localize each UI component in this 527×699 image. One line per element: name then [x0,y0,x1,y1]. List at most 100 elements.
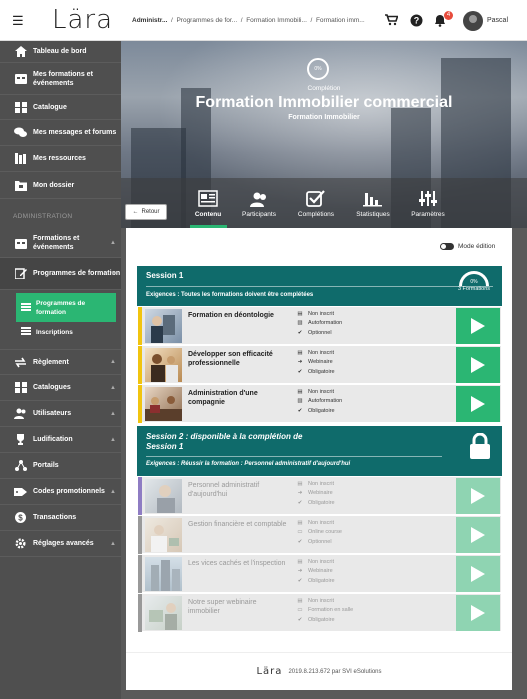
session-1-header: Session 1 Exigences : Toutes les formati… [137,266,502,306]
sidebar-item-advanced-settings[interactable]: Réglages avancés ▲ [0,531,121,557]
course-thumbnail [145,387,182,421]
chevron-down-icon: ▲ [110,359,116,365]
list-item: Formation en déontologie ▤ Non inscrit ▧ A… [138,307,501,345]
tab-participants[interactable]: Participants [229,187,289,218]
chevron-down-icon: ▲ [110,384,116,391]
footer-logo: Lära [256,666,283,677]
course-title: Notre super webinaire immobilier [188,599,257,615]
play-icon [471,527,485,543]
course-meta: ▤ Non inscrit ➜ Webinaire ✔ Obligatoire [296,480,334,508]
chevron-down-icon: ▲ [110,540,116,547]
grid-icon [13,101,28,113]
completion-label: Complétion [307,85,341,92]
sidebar-item-label: Transactions [33,514,77,521]
sidebar-item-my-trainings[interactable]: Mes formations et événements [0,63,121,95]
gauge-label: 3 Formations [457,286,491,292]
play-icon [471,357,485,373]
list-icon [21,327,31,337]
play-button[interactable] [456,308,500,344]
cart-icon[interactable] [383,12,399,28]
completion-ring: 0% [307,58,329,80]
sidebar-item-portails[interactable]: Portails [0,453,121,479]
help-icon[interactable]: ? [408,12,424,28]
sidebar-item-users[interactable]: Utilisateurs ▲ [0,401,121,427]
sidebar-item-transactions[interactable]: $ Transactions [0,505,121,531]
sidebar-item-dashboard[interactable]: Tableau de bord [0,41,121,63]
sidebar-item-label: Réglages avancés [33,540,94,547]
tab-parametres[interactable]: Paramètres [398,187,458,218]
session-title: Session 2 : disponible à la complétion d… [146,432,303,451]
breadcrumb-item[interactable]: Programmes de for... [176,17,237,24]
svg-text:$: $ [18,514,23,523]
chevron-down-icon: ▲ [110,410,116,417]
ticket-icon: ▤ [297,481,303,487]
course-thumbnail [145,518,182,552]
users-icon [229,187,289,207]
sidebar-item-programs[interactable]: Programmes de formation ▼ [0,258,121,290]
course-meta: ▤ Non inscrit ▭ Online course ✔ Optionnel [296,519,342,547]
arrow-left-icon: ← [132,209,139,215]
course-title[interactable]: Administration d'une compagnie [188,389,288,407]
sidebar-item-promo-codes[interactable]: Codes promotionnels ▲ [0,479,121,505]
webinar-icon: ➜ [297,359,303,366]
sidebar-item-label: Catalogue [33,103,67,111]
list-item: Notre super webinaire immobilier ▤ Non in… [138,594,501,632]
sidebar-item-my-file[interactable]: Mon dossier [0,172,121,199]
play-button[interactable] [456,386,500,422]
app-logo[interactable]: Lära [52,6,113,34]
course-title[interactable]: Développer son efficacité professionnell… [188,350,288,368]
tab-statistiques[interactable]: Statistiques [343,187,403,218]
breadcrumb-item[interactable]: Administr... [132,17,167,24]
sidebar-item-catalogue[interactable]: Catalogue [0,95,121,120]
chevron-down-icon: ▲ [110,240,116,246]
tab-completions[interactable]: Complétions [286,187,346,218]
play-button [456,517,500,553]
course-title[interactable]: Formation en déontologie [188,311,288,320]
back-button[interactable]: ← Retour [125,204,167,220]
chevron-down-icon: ▲ [110,488,116,495]
breadcrumb-item[interactable]: Formation Immobili... [246,17,307,24]
course-meta: ▤ Non inscrit ➜ Webinaire ✔ Obligatoire [296,349,334,377]
user-name[interactable]: Pascal [487,17,508,24]
course-thumbnail [145,479,182,513]
webinar-icon: ➜ [297,568,303,575]
sidebar-item-reglement[interactable]: Règlement ▲ [0,349,121,375]
sidebar-item-label: Catalogues [33,384,71,391]
sliders-icon [398,187,458,207]
menu-icon[interactable]: ☰ [12,14,24,27]
sidebar-subitem-label: Inscriptions [36,328,73,336]
lock-icon [468,432,492,459]
course-title: Personnel administratif d'aujourd'hui [188,482,260,498]
sidebar-item-resources[interactable]: Mes ressources [0,146,121,172]
sidebar-item-label: Portails [33,462,59,469]
check-circle-icon: ✔ [297,368,303,375]
list-item: Personnel administratif d'aujourd'hui ▤ N… [138,477,501,515]
sidebar-item-ludification[interactable]: Ludification ▲ [0,427,121,453]
play-icon [471,566,485,582]
sidebar-subitem-programs[interactable]: Programmes de formation [16,293,116,322]
grid-icon [13,382,28,393]
chevron-down-icon: ▲ [110,436,116,443]
play-button[interactable] [456,347,500,383]
edit-mode-toggle[interactable]: Mode édition [440,243,495,250]
play-button [456,478,500,514]
sidebar-item-label: Programmes de formation [33,270,121,277]
sidebar-subitem-inscriptions[interactable]: Inscriptions [21,327,73,337]
footer-version: 2019.8.213.672 par SVI eSolutions [288,668,382,675]
course-meta: ▤ Non inscrit ▧ Autoformation ✔ Optionnel [296,310,342,338]
avatar[interactable] [463,11,483,31]
list-item: Administration d'une compagnie ▤ Non insc… [138,385,501,423]
classroom-icon: ▭ [297,607,303,614]
list-item: Les vices cachés et l'inspection ▤ Non in… [138,555,501,593]
course-thumbnail [145,309,182,343]
sidebar-item-catalogues[interactable]: Catalogues ▲ [0,375,121,401]
play-icon [471,318,485,334]
book-icon: ▧ [297,320,303,327]
check-circle-icon: ✔ [297,329,303,336]
book-icon: ▧ [297,398,303,405]
course-meta: ▤ Non inscrit ➜ Webinaire ✔ Obligatoire [296,558,334,586]
ticket-icon: ▤ [297,520,303,526]
sidebar-item-admin-trainings[interactable]: Formations et événements ▲ [0,229,121,258]
toggle-switch[interactable] [440,243,454,250]
sidebar-item-messages[interactable]: Mes messages et forums [0,120,121,146]
